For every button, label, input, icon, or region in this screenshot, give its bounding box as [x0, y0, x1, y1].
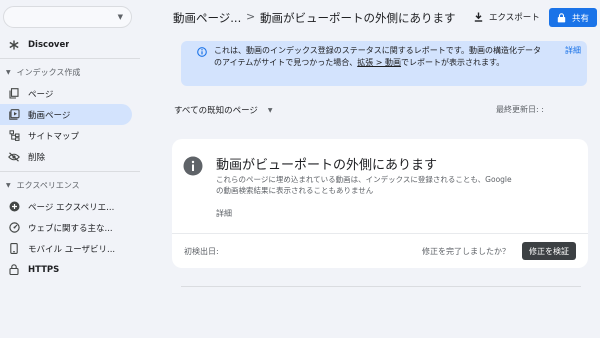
issue-detail-link[interactable]: 詳細 — [216, 208, 232, 219]
section-header-experience[interactable]: ▼ エクスペリエンス — [0, 178, 80, 192]
share-label: 共有 — [571, 13, 589, 24]
phone-icon — [8, 243, 20, 255]
sidebar-item-page-experience[interactable]: ページ エクスペリエ... — [0, 196, 132, 217]
lock-icon — [557, 12, 566, 22]
section-title: エクスペリエンス — [16, 180, 80, 190]
visibility-off-icon — [8, 151, 20, 163]
sidebar-item-label: HTTPS — [28, 264, 60, 275]
info-icon — [197, 47, 207, 57]
dropdown-triangle-icon: ▼ — [267, 106, 273, 114]
sidebar-item-label: モバイル ユーザビリ... — [28, 244, 116, 255]
plus-circle-icon — [8, 201, 20, 213]
lock-icon — [8, 264, 20, 276]
section-divider — [0, 58, 140, 59]
sidebar-item-discover[interactable]: Discover — [0, 34, 132, 55]
gauge-icon — [8, 222, 20, 234]
issue-title: 動画がビューポートの外側にあります — [216, 158, 438, 173]
last-updated-label: 最終更新日: : — [496, 105, 544, 114]
card-divider — [172, 233, 588, 234]
page-filter-dropdown[interactable]: すべての既知のページ ▼ — [174, 104, 273, 116]
sidebar-item-label: Discover — [28, 39, 70, 50]
dropdown-triangle-icon: ▼ — [117, 13, 123, 21]
page-title: 動画がビューポートの外側にあります — [260, 11, 456, 25]
content-divider — [181, 286, 581, 287]
sidebar-item-label: 削除 — [28, 152, 46, 163]
sidebar-item-video-pages[interactable]: 動画ページ — [0, 104, 132, 125]
issue-card: 動画がビューポートの外側にあります これらのページに埋め込まれている動画は、イン… — [172, 139, 588, 268]
validate-fix-button[interactable]: 修正を検証 — [522, 242, 576, 260]
section-title: インデックス作成 — [16, 67, 81, 77]
collapse-triangle-icon: ▼ — [6, 181, 11, 189]
asterisk-icon — [8, 39, 20, 51]
sidebar-item-sitemaps[interactable]: サイトマップ — [0, 125, 132, 146]
sitemap-icon — [8, 130, 20, 142]
video-page-icon — [8, 109, 20, 121]
sidebar-item-label: 動画ページ — [28, 110, 71, 121]
sidebar-item-removals[interactable]: 削除 — [0, 146, 132, 167]
section-header-index[interactable]: ▼ インデックス作成 — [0, 65, 80, 79]
sidebar-item-pages[interactable]: ページ — [0, 83, 132, 104]
page-copy-icon — [8, 88, 20, 100]
sidebar-item-label: ウェブに関する主な... — [28, 223, 113, 234]
sidebar-item-label: サイトマップ — [28, 131, 80, 142]
info-filled-icon — [183, 156, 203, 176]
info-banner: これは、動画のインデックス登録のステータスに関するレポートです。動画の構造化デー… — [181, 41, 587, 86]
filter-selected-value: すべての既知のページ — [174, 106, 258, 116]
property-selector[interactable]: ▼ — [3, 6, 132, 28]
enhancements-video-link[interactable]: 拡張 > 動画 — [357, 58, 401, 67]
download-icon — [474, 12, 483, 22]
issue-description: これらのページに埋め込まれている動画は、インデックスに登録されることも、Goog… — [216, 175, 512, 195]
sidebar-item-label: ページ エクスペリエ... — [28, 202, 115, 213]
share-button[interactable]: 共有 — [549, 8, 597, 27]
fix-question: 修正を完了しましたか？ — [422, 247, 510, 256]
export-button[interactable]: エクスポート — [474, 9, 540, 25]
breadcrumb-parent[interactable]: 動画ページ... — [173, 10, 241, 26]
export-label: エクスポート — [489, 13, 540, 23]
section-divider — [0, 171, 140, 172]
banner-text: これは、動画のインデックス登録のステータスに関するレポートです。動画の構造化デー… — [214, 46, 541, 67]
first-detected-label: 初検出日: — [184, 247, 219, 256]
sidebar-item-https[interactable]: HTTPS — [0, 259, 132, 280]
sidebar-item-core-web-vitals[interactable]: ウェブに関する主な... — [0, 217, 132, 238]
collapse-triangle-icon: ▼ — [6, 68, 11, 76]
banner-detail-link[interactable]: 詳細 — [565, 45, 581, 56]
sidebar: ▼ Discover ▼ インデックス作成 ページ 動画ページ サイトマップ 削… — [0, 0, 140, 338]
page-header: 動画ページ... > 動画がビューポートの外側にあります エクスポート 共有 — [140, 0, 600, 36]
sidebar-item-mobile-usability[interactable]: モバイル ユーザビリ... — [0, 238, 132, 259]
sidebar-item-label: ページ — [28, 89, 54, 100]
breadcrumb-separator: > — [246, 10, 256, 23]
